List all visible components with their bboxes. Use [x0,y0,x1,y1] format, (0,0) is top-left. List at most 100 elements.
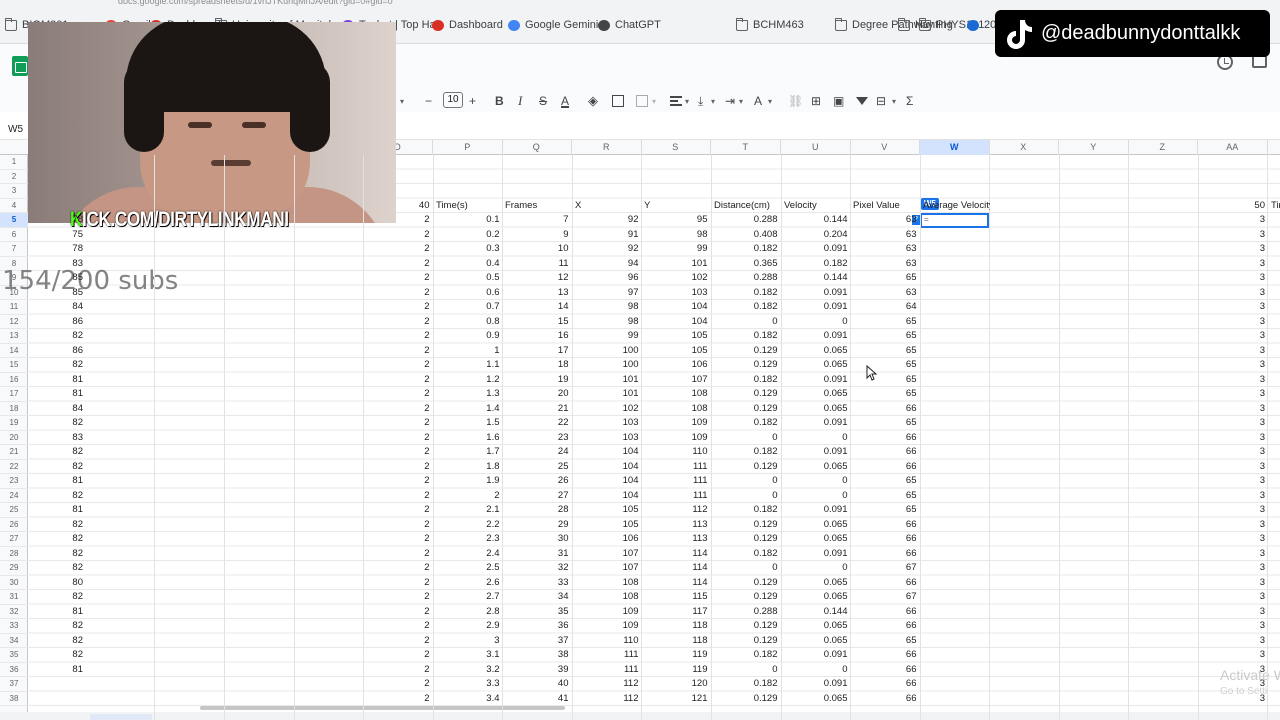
row-header-24[interactable]: 24 [0,489,28,503]
cell-u22[interactable]: 0.065 [781,460,851,475]
cell-s31[interactable]: 115 [641,590,711,605]
cell-left-col[interactable]: 82 [28,619,86,634]
cell-t30[interactable]: 0.129 [711,576,781,591]
cell-v8[interactable]: 63 [850,257,920,272]
bold-button[interactable]: B [495,93,504,109]
cell-r16[interactable]: 101 [572,373,642,388]
row-header-3[interactable]: 3 [0,184,28,199]
cell-q8[interactable]: 11 [502,257,572,272]
cell-p17[interactable]: 1.3 [433,387,503,402]
row-header-16[interactable]: 16 [0,373,28,387]
cell-aa15[interactable]: 3 [1198,358,1268,373]
cell-s33[interactable]: 118 [641,619,711,634]
cell-aa32[interactable]: 3 [1198,605,1268,620]
cell-o4[interactable]: 40 [363,199,433,214]
cell-q13[interactable]: 16 [502,329,572,344]
cell-q37[interactable]: 40 [502,677,572,692]
cell-v7[interactable]: 63 [850,242,920,257]
cell-left-col[interactable]: 86 [28,344,86,359]
cell-o7[interactable]: 2 [363,242,433,257]
cell-aa23[interactable]: 3 [1198,474,1268,489]
cell-header-distance[interactable]: Distance(cm) [711,199,781,214]
cell-o28[interactable]: 2 [363,547,433,562]
cell-u19[interactable]: 0.091 [781,416,851,431]
cell-q22[interactable]: 25 [502,460,572,475]
cell-aa6[interactable]: 3 [1198,228,1268,243]
column-header-aa[interactable]: AA [1198,140,1268,155]
cell-t31[interactable]: 0.129 [711,590,781,605]
cell-t6[interactable]: 0.408 [711,228,781,243]
bookmark-google-gemini[interactable]: Google Gemini [508,19,598,31]
cell-aa7[interactable]: 3 [1198,242,1268,257]
cell-o14[interactable]: 2 [363,344,433,359]
insert-comment-icon[interactable]: ⊞ [811,93,821,109]
cell-v19[interactable]: 65 [850,416,920,431]
cell-o8[interactable]: 2 [363,257,433,272]
cell-u28[interactable]: 0.091 [781,547,851,562]
bookmark-20[interactable]: 20 [967,19,996,31]
cell-r36[interactable]: 111 [572,663,642,678]
cell-v12[interactable]: 65 [850,315,920,330]
cell-r23[interactable]: 104 [572,474,642,489]
cell-left-col[interactable]: 82 [28,445,86,460]
cell-v34[interactable]: 65 [850,634,920,649]
cell-r5[interactable]: 92 [572,213,642,228]
cell-p23[interactable]: 1.9 [433,474,503,489]
row-header-32[interactable]: 32 [0,605,28,619]
cell-r8[interactable]: 94 [572,257,642,272]
strikethrough-button[interactable]: S [539,93,547,109]
cell-s15[interactable]: 106 [641,358,711,373]
cell-p33[interactable]: 2.9 [433,619,503,634]
cell-left-col[interactable]: 82 [28,648,86,663]
cell-editor-value[interactable]: = [924,215,929,224]
cell-u21[interactable]: 0.091 [781,445,851,460]
cell-r10[interactable]: 97 [572,286,642,301]
row-header-19[interactable]: 19 [0,416,28,431]
insert-link-icon[interactable]: ⛓ [788,93,803,109]
cell-p37[interactable]: 3.3 [433,677,503,692]
cell-left-col[interactable]: 82 [28,590,86,605]
row-header-23[interactable]: 23 [0,474,28,489]
cell-left-col[interactable]: 75 [28,228,86,243]
column-header-w[interactable]: W [920,140,990,155]
cell-s6[interactable]: 98 [641,228,711,243]
cell-t10[interactable]: 0.182 [711,286,781,301]
cell-v29[interactable]: 67 [850,561,920,576]
cell-u18[interactable]: 0.065 [781,402,851,417]
cell-v30[interactable]: 66 [850,576,920,591]
cell-v24[interactable]: 65 [850,489,920,504]
cell-q16[interactable]: 19 [502,373,572,388]
cell-p7[interactable]: 0.3 [433,242,503,257]
cell-u14[interactable]: 0.065 [781,344,851,359]
cell-p24[interactable]: 2 [433,489,503,504]
cell-o27[interactable]: 2 [363,532,433,547]
cell-q7[interactable]: 10 [502,242,572,257]
cell-o34[interactable]: 2 [363,634,433,649]
cell-p26[interactable]: 2.2 [433,518,503,533]
cell-s38[interactable]: 121 [641,692,711,707]
cell-left-col[interactable]: 81 [28,387,86,402]
cell-u10[interactable]: 0.091 [781,286,851,301]
filter-views-icon[interactable]: ⊟ [876,93,886,109]
cell-o6[interactable]: 2 [363,228,433,243]
cell-u38[interactable]: 0.065 [781,692,851,707]
row-header-20[interactable]: 20 [0,431,28,445]
cell-s12[interactable]: 104 [641,315,711,330]
cell-s32[interactable]: 117 [641,605,711,620]
cell-v23[interactable]: 65 [850,474,920,489]
cell-u20[interactable]: 0 [781,431,851,446]
cell-q23[interactable]: 26 [502,474,572,489]
cell-q38[interactable]: 41 [502,692,572,707]
row-header-22[interactable]: 22 [0,460,28,474]
cell-u13[interactable]: 0.091 [781,329,851,344]
cell-left-col[interactable]: 82 [28,518,86,533]
cell-aa17[interactable]: 3 [1198,387,1268,402]
cell-o31[interactable]: 2 [363,590,433,605]
increase-font-size-button[interactable]: + [469,93,476,109]
cell-o20[interactable]: 2 [363,431,433,446]
cell-aa5[interactable]: 3 [1198,213,1268,228]
cell-u8[interactable]: 0.182 [781,257,851,272]
cell-aa34[interactable]: 3 [1198,634,1268,649]
cell-o17[interactable]: 2 [363,387,433,402]
cell-aa33[interactable]: 3 [1198,619,1268,634]
